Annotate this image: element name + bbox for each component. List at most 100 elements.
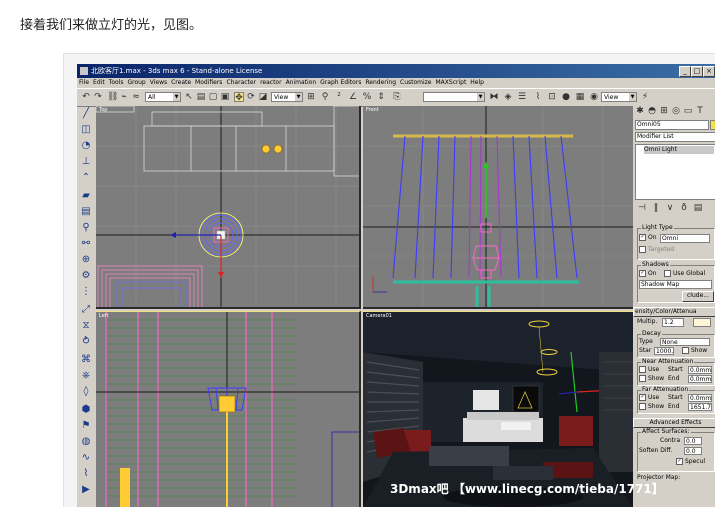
select-object-icon[interactable]: ↖ (184, 92, 194, 102)
named-selection-sets-icon[interactable]: ⎘ (392, 92, 402, 102)
stack-item-omni-light[interactable]: Omni Light (644, 146, 714, 154)
reactor-rigid-icon[interactable]: ⬢ (80, 404, 92, 416)
pin-stack-icon[interactable]: ⊣ (637, 203, 647, 213)
menu-rendering[interactable]: Rendering (365, 79, 396, 86)
light-on-checkbox[interactable]: ✓ On (639, 234, 657, 242)
viewport-camera[interactable]: Camera01 (363, 311, 633, 507)
render-last-icon[interactable]: ⚡ (640, 92, 650, 102)
editable-poly-icon[interactable]: ▰ (80, 190, 92, 202)
reactor-soft-icon[interactable]: ◍ (80, 436, 92, 448)
light-color-swatch[interactable] (693, 318, 711, 327)
far-use-checkbox[interactable]: ✓ Use (639, 394, 659, 402)
maximize-button[interactable]: □ (691, 66, 703, 77)
selection-filter-dropdown[interactable]: All ▼ (145, 92, 181, 102)
create-sphere-icon[interactable]: ◔ (80, 140, 92, 152)
modifier-taper-icon[interactable]: ⧖ (80, 320, 92, 332)
named-selection-dropdown[interactable]: ▼ (423, 92, 485, 102)
align-icon[interactable]: ◈ (503, 92, 513, 102)
near-use-checkbox[interactable]: Use (639, 366, 659, 374)
configure-sets-icon[interactable]: ▤ (693, 203, 703, 213)
layer-manager-icon[interactable]: ☰ (517, 92, 527, 102)
utilities-tab-icon[interactable]: T (695, 106, 705, 116)
modify-tab-icon[interactable]: ◓ (647, 106, 657, 116)
menu-reactor[interactable]: reactor (260, 79, 282, 86)
create-shapes-icon[interactable]: ▤ (80, 206, 92, 218)
angle-snap-icon[interactable]: ∠ (348, 92, 358, 102)
minimize-button[interactable]: _ (679, 66, 691, 77)
modifier-lattice-icon[interactable]: ⌘ (80, 354, 92, 366)
modifier-bend-icon[interactable]: ⤢ (80, 304, 92, 316)
viewport-label-top[interactable]: Top (99, 107, 107, 113)
modifier-list-dropdown[interactable]: Modifier List (635, 132, 715, 142)
curve-editor-icon[interactable]: ⌇ (533, 92, 543, 102)
menu-character[interactable]: Character (226, 79, 256, 86)
contrast-field[interactable]: 0.0 (684, 437, 702, 445)
viewport-left[interactable]: Left (96, 311, 361, 507)
unlink-icon[interactable]: ⌁ (119, 92, 129, 102)
viewport-label-left[interactable]: Left (99, 313, 108, 319)
window-crossing-icon[interactable]: ▣ (220, 92, 230, 102)
object-name-field[interactable]: Omni05 (635, 120, 709, 130)
scale-icon[interactable]: ◪ (258, 92, 268, 102)
menu-maxscript[interactable]: MAXScript (436, 79, 467, 86)
menu-help[interactable]: Help (470, 79, 484, 86)
reactor-preview-icon[interactable]: ▶ (80, 484, 92, 496)
menu-customize[interactable]: Customize (400, 79, 432, 86)
modifier-stack[interactable]: Omni Light (635, 144, 715, 200)
rotate-icon[interactable]: ⟳ (246, 92, 256, 102)
bind-space-warp-icon[interactable]: ≈ (131, 92, 141, 102)
material-editor-icon[interactable]: ● (561, 92, 571, 102)
multiplier-field[interactable]: 1.2 (662, 318, 684, 327)
render-scene-icon[interactable]: ▦ (575, 92, 585, 102)
object-color-swatch[interactable] (710, 120, 715, 130)
create-tab-icon[interactable]: ✱ (635, 106, 645, 116)
create-cameras-icon[interactable]: ⚯ (80, 238, 92, 250)
create-helpers-icon[interactable]: ⊕ (80, 254, 92, 266)
snap-toggle-icon[interactable]: ² (334, 92, 344, 102)
remove-modifier-icon[interactable]: ð (679, 203, 689, 213)
light-type-dropdown[interactable]: Omni (660, 234, 710, 243)
near-show-checkbox[interactable]: Show (639, 375, 664, 383)
far-end-field[interactable]: 1651.7 (688, 403, 712, 411)
create-systems-icon[interactable]: ⋮ (80, 286, 92, 298)
near-end-field[interactable]: 0.0mm (688, 375, 712, 383)
schematic-view-icon[interactable]: ⊡ (547, 92, 557, 102)
intensity-rollout-header[interactable]: ensity/Color/Attenua (633, 307, 715, 317)
menu-edit[interactable]: Edit (93, 79, 105, 86)
create-lights-icon[interactable]: ⚲ (80, 222, 92, 234)
menu-create[interactable]: Create (171, 79, 191, 86)
motion-tab-icon[interactable]: ◎ (671, 106, 681, 116)
shadows-on-checkbox[interactable]: ✓ On (639, 270, 657, 278)
menu-animation[interactable]: Animation (286, 79, 317, 86)
shadow-type-dropdown[interactable]: Shadow Map (639, 280, 712, 289)
percent-snap-icon[interactable]: % (362, 92, 372, 102)
reactor-spring-icon[interactable]: ⌇ (80, 468, 92, 480)
viewport-label-front[interactable]: Front (366, 107, 379, 113)
close-button[interactable]: × (703, 66, 715, 77)
modifier-uvw-icon[interactable]: ⎈ (80, 370, 92, 382)
link-icon[interactable]: ⛓ (107, 92, 118, 102)
targeted-checkbox[interactable]: Targeted (639, 246, 674, 254)
mirror-icon[interactable]: ⧓ (489, 92, 499, 102)
pivot-center-icon[interactable]: ⊞ (306, 92, 316, 102)
near-start-field[interactable]: 0.0mm (688, 366, 712, 374)
select-manipulate-icon[interactable]: ⚲ (320, 92, 330, 102)
soften-field[interactable]: 0.0 (684, 447, 702, 455)
viewport-front[interactable]: Front (363, 106, 633, 309)
spinner-snap-icon[interactable]: ⇕ (376, 92, 386, 102)
display-tab-icon[interactable]: ▭ (683, 106, 693, 116)
viewport-label-camera[interactable]: Camera01 (366, 313, 392, 319)
decay-type-dropdown[interactable]: None (660, 338, 710, 346)
hierarchy-tab-icon[interactable]: ⊞ (659, 106, 669, 116)
reactor-rope-icon[interactable]: ∿ (80, 452, 92, 464)
menu-tools[interactable]: Tools (109, 79, 124, 86)
redo-icon[interactable]: ↷ (93, 92, 103, 102)
create-line-icon[interactable]: ╱ (80, 108, 92, 120)
menu-file[interactable]: File (79, 79, 89, 86)
menu-group[interactable]: Group (127, 79, 145, 86)
modifier-twist-icon[interactable]: ⥁ (80, 336, 92, 348)
create-cylinder-icon[interactable]: ⊥ (80, 156, 92, 168)
select-move-icon[interactable]: ✥ (234, 92, 244, 103)
quick-render-icon[interactable]: ◉ (589, 92, 599, 102)
reference-coordinate-dropdown[interactable]: View ▼ (271, 92, 303, 102)
